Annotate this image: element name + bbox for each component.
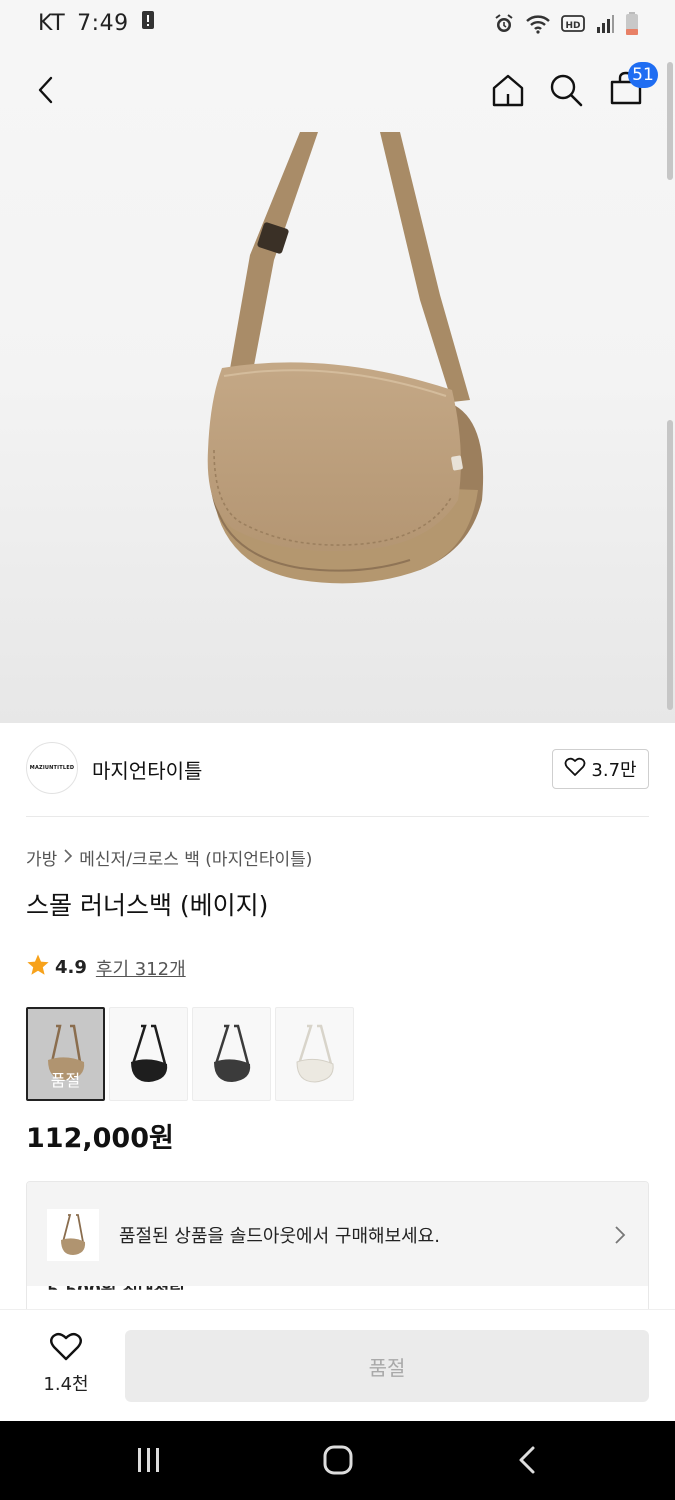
soldout-banner[interactable]: 품절된 상품을 솔드아웃에서 구매해보세요. xyxy=(27,1182,648,1286)
rating-value: 4.9 xyxy=(55,957,87,978)
back-nav-icon[interactable] xyxy=(502,1437,552,1483)
breadcrumb-category[interactable]: 가방 xyxy=(26,845,57,870)
recent-apps-icon[interactable] xyxy=(124,1437,174,1483)
color-option-ivory[interactable] xyxy=(275,1007,354,1101)
header-nav: 51 xyxy=(0,62,675,116)
product-image[interactable]: 51 xyxy=(0,50,675,723)
alert-icon xyxy=(141,10,155,36)
bag-illustration xyxy=(207,132,484,584)
divider xyxy=(26,816,649,817)
bag-thumbnail-icon xyxy=(295,1024,334,1083)
hd-icon: HD xyxy=(561,14,585,38)
banner-thumbnail xyxy=(47,1209,99,1261)
carrier-label: KT xyxy=(38,10,66,36)
breadcrumb: 가방 메신저/크로스 백 (마지언타이틀) xyxy=(26,845,312,870)
cart-count-badge: 51 xyxy=(628,62,658,88)
color-option-black[interactable] xyxy=(109,1007,188,1101)
brand-like-button[interactable]: 3.7만 xyxy=(552,749,649,789)
brand-logo[interactable]: MAZIUNTITLED xyxy=(26,742,78,794)
promo-card: 5,500원 최대적립 품절된 상품을 솔드아웃에서 구매해보세요. xyxy=(26,1181,649,1321)
product-title: 스몰 러너스백 (베이지) xyxy=(26,891,269,920)
alarm-icon xyxy=(493,13,515,39)
status-left: KT 7:49 xyxy=(38,10,155,36)
bag-thumbnail-icon xyxy=(213,1024,250,1082)
cart-button[interactable]: 51 xyxy=(604,62,658,112)
wishlist-count: 1.4천 xyxy=(43,1374,89,1395)
clock: 7:49 xyxy=(77,10,129,36)
breadcrumb-subcategory[interactable]: 메신저/크로스 백 (마지언타이틀) xyxy=(79,845,312,870)
soldout-button[interactable]: 품절 xyxy=(125,1330,649,1402)
chevron-right-icon xyxy=(614,1225,626,1249)
soldout-banner-text: 품절된 상품을 솔드아웃에서 구매해보세요. xyxy=(119,1226,440,1247)
svg-text:HD: HD xyxy=(565,21,580,31)
android-nav-bar xyxy=(0,1421,675,1500)
search-icon[interactable] xyxy=(544,68,588,112)
chevron-right-icon xyxy=(63,848,73,868)
back-icon[interactable] xyxy=(24,68,68,112)
home-icon[interactable] xyxy=(486,68,530,112)
rating-row: 4.9 후기 312개 xyxy=(26,953,186,982)
heart-icon xyxy=(564,757,586,782)
brand-name[interactable]: 마지언타이틀 xyxy=(92,755,202,784)
scrollbar-thumb[interactable] xyxy=(667,62,673,180)
brand-like-count: 3.7만 xyxy=(591,760,637,781)
home-nav-icon[interactable] xyxy=(313,1437,363,1483)
soldout-label: 품절 xyxy=(50,1071,81,1090)
brand-row[interactable]: MAZIUNTITLED 마지언타이틀 3.7만 xyxy=(26,742,649,798)
bag-thumbnail-icon xyxy=(61,1214,86,1255)
wifi-icon xyxy=(525,13,551,39)
heart-icon xyxy=(49,1332,83,1366)
review-count-link[interactable]: 후기 312개 xyxy=(96,955,186,981)
signal-icon xyxy=(595,14,615,38)
color-options: 품절 xyxy=(26,1007,354,1101)
wishlist-button[interactable]: 1.4천 xyxy=(30,1332,102,1398)
battery-icon xyxy=(625,12,639,40)
color-option-beige[interactable]: 품절 xyxy=(26,1007,105,1101)
star-icon xyxy=(26,953,50,982)
bottom-action-bar: 1.4천 품절 xyxy=(0,1309,675,1421)
bag-thumbnail-icon xyxy=(130,1024,167,1082)
status-right: HD xyxy=(493,12,639,40)
color-option-charcoal[interactable] xyxy=(192,1007,271,1101)
scrollbar-track[interactable] xyxy=(667,420,673,710)
status-bar: KT 7:49 HD xyxy=(0,0,675,50)
product-price: 112,000원 xyxy=(26,1123,174,1154)
